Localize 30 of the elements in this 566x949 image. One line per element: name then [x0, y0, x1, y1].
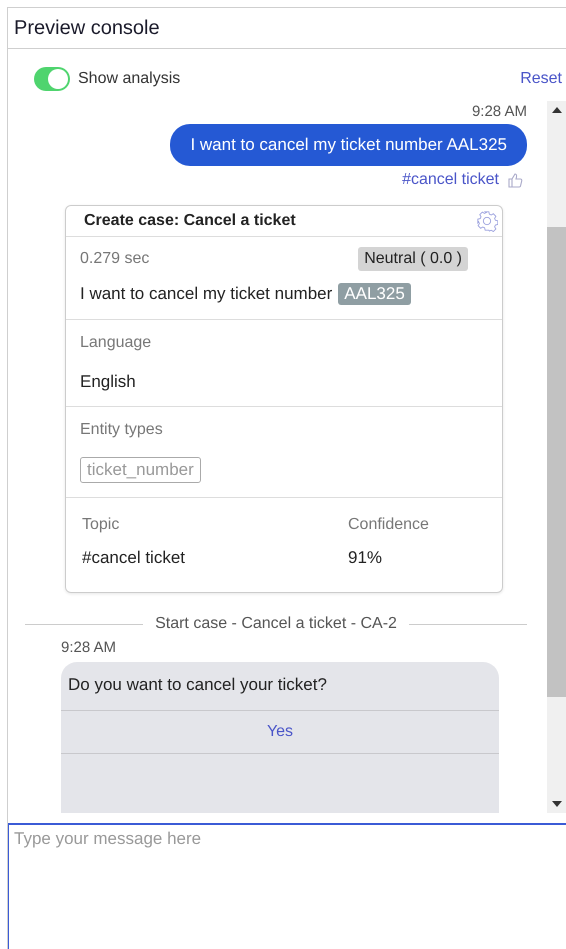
scrollbar-thumb[interactable] [547, 227, 566, 697]
message-input[interactable]: Type your message here [8, 823, 566, 949]
settings-icon[interactable] [476, 210, 498, 232]
scroll-up-icon[interactable] [552, 107, 562, 113]
toggle-label: Show analysis [78, 70, 180, 88]
entity-tag: AAL325 [338, 283, 411, 305]
scroll-down-icon[interactable] [552, 801, 562, 807]
language-value: English [80, 372, 137, 392]
topic-label: Topic [82, 516, 120, 534]
thumbs-up-icon[interactable] [507, 172, 523, 188]
card-title: Create case: Cancel a ticket [84, 212, 296, 230]
sentiment-tag: Neutral ( 0.0 ) [358, 247, 468, 271]
message-time: 9:28 AM [61, 639, 116, 656]
user-message: I want to cancel my ticket number AAL325 [170, 124, 527, 166]
utterance-text: I want to cancel my ticket number [80, 284, 332, 304]
toggle-switch[interactable] [34, 67, 70, 91]
scrollbar[interactable] [547, 101, 566, 813]
reset-link[interactable]: Reset [520, 70, 566, 88]
language-label: Language [80, 334, 152, 352]
confidence-label: Confidence [348, 516, 430, 534]
entity-types-label: Entity types [80, 421, 164, 439]
intent-link[interactable]: #cancel ticket [402, 171, 499, 189]
response-time: 0.279 sec [80, 250, 150, 268]
bot-question: Do you want to cancel your ticket? [67, 674, 328, 696]
entity-type-tag: ticket_number [80, 457, 201, 483]
confidence-value: 91% [348, 548, 384, 568]
message-time: 9:28 AM [472, 103, 527, 120]
console-title: Preview console [14, 16, 160, 40]
topic-value: #cancel ticket [82, 548, 186, 568]
case-start-divider: Start case - Cancel a ticket - CA-2 [155, 615, 397, 633]
